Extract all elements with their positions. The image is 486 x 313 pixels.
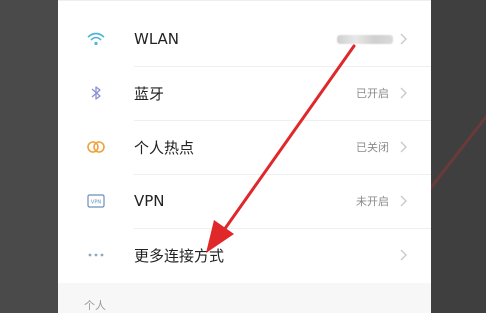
settings-item-label: 蓝牙 (134, 84, 165, 103)
chevron-right-icon (400, 87, 407, 99)
settings-item-label: VPN (134, 192, 165, 210)
top-divider (58, 0, 431, 1)
hotspot-icon (84, 135, 108, 159)
chevron-right-icon (400, 195, 407, 207)
svg-text:VPN: VPN (91, 200, 101, 206)
chevron-right-icon (400, 141, 407, 153)
settings-item-hotspot[interactable]: 个人热点 已关闭 (58, 120, 431, 174)
settings-item-more-connections[interactable]: 更多连接方式 (58, 228, 431, 282)
settings-item-label: WLAN (134, 30, 180, 48)
settings-item-status: 已开启 (356, 87, 389, 100)
chevron-right-icon (400, 33, 407, 45)
chevron-right-icon (400, 249, 407, 261)
section-title-personal: 个人 (84, 299, 106, 312)
section-separator (58, 283, 431, 313)
background-stripe (430, 0, 486, 313)
settings-item-bluetooth[interactable]: 蓝牙 已开启 (58, 66, 431, 120)
settings-item-label: 更多连接方式 (134, 246, 225, 265)
wlan-network-name-blurred (337, 34, 393, 44)
settings-item-status: 未开启 (356, 195, 389, 208)
settings-item-status: 已关闭 (356, 141, 389, 154)
more-dots-icon (84, 243, 108, 267)
settings-item-label: 个人热点 (134, 138, 195, 157)
wifi-icon (84, 27, 108, 51)
settings-panel: WLAN 蓝牙 已开启 个人热点 已关闭 VPN VPN 未开启 更多连接方式 … (58, 0, 431, 313)
vpn-icon: VPN (84, 189, 108, 213)
settings-item-wlan[interactable]: WLAN (58, 12, 431, 66)
background-left (0, 0, 58, 313)
settings-item-vpn[interactable]: VPN VPN 未开启 (58, 174, 431, 228)
bluetooth-icon (84, 81, 108, 105)
